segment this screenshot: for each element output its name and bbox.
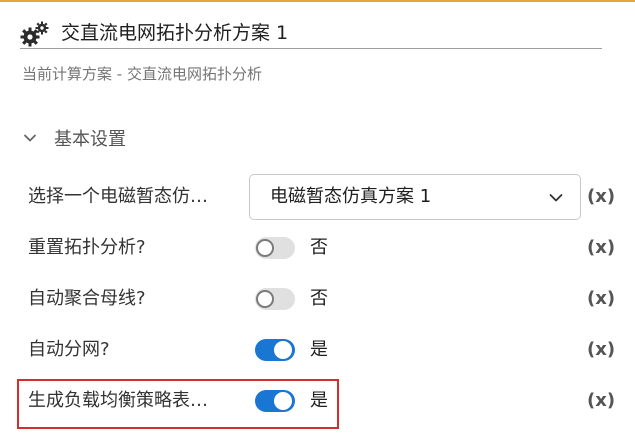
toggle-value-text: 是	[310, 339, 328, 360]
setting-row-emt-scheme: 选择一个电磁暂态仿… 电磁暂态仿真方案 1 (x)	[0, 174, 635, 220]
setting-row-load-balance-table: 生成负载均衡策略表… 是 (x)	[0, 381, 635, 421]
toggle-value-text: 否	[310, 288, 328, 309]
auto-merge-bus-toggle[interactable]	[255, 288, 295, 310]
variable-button[interactable]: (x)	[587, 185, 615, 209]
emt-scheme-select[interactable]: 电磁暂态仿真方案 1	[249, 174, 581, 220]
setting-label: 自动分网?	[28, 339, 110, 360]
load-balance-table-toggle[interactable]	[255, 390, 295, 412]
toggle-knob	[256, 290, 274, 308]
reset-topology-toggle[interactable]	[255, 237, 295, 259]
top-accent-border	[0, 0, 635, 2]
setting-row-reset-topology: 重置拓扑分析? 否 (x)	[0, 228, 635, 268]
variable-button[interactable]: (x)	[587, 338, 615, 362]
auto-partition-toggle[interactable]	[255, 339, 295, 361]
toggle-value-text: 是	[310, 390, 328, 411]
setting-label: 重置拓扑分析?	[28, 237, 146, 258]
select-value: 电磁暂态仿真方案 1	[270, 186, 432, 207]
toggle-knob	[274, 392, 292, 410]
section-title: 基本设置	[54, 129, 126, 150]
chevron-down-icon	[24, 134, 36, 142]
variable-button[interactable]: (x)	[587, 389, 615, 413]
variable-button[interactable]: (x)	[587, 236, 615, 260]
section-basic-settings[interactable]: 基本设置	[22, 126, 126, 150]
chevron-down-icon	[549, 194, 563, 202]
toggle-value-text: 否	[310, 237, 328, 258]
setting-row-auto-merge-bus: 自动聚合母线? 否 (x)	[0, 279, 635, 319]
toggle-knob	[256, 239, 274, 257]
variable-button[interactable]: (x)	[587, 287, 615, 311]
setting-label: 选择一个电磁暂态仿…	[28, 186, 208, 207]
scheme-header: 交直流电网拓扑分析方案 1	[20, 18, 602, 49]
setting-label: 生成负载均衡策略表…	[28, 390, 208, 411]
current-scheme-subtitle: 当前计算方案 - 交直流电网拓扑分析	[22, 65, 262, 83]
toggle-knob	[274, 341, 292, 359]
setting-label: 自动聚合母线?	[28, 288, 146, 309]
scheme-title[interactable]: 交直流电网拓扑分析方案 1	[61, 21, 288, 45]
gear-icon	[20, 21, 49, 47]
setting-row-auto-partition: 自动分网? 是 (x)	[0, 330, 635, 370]
